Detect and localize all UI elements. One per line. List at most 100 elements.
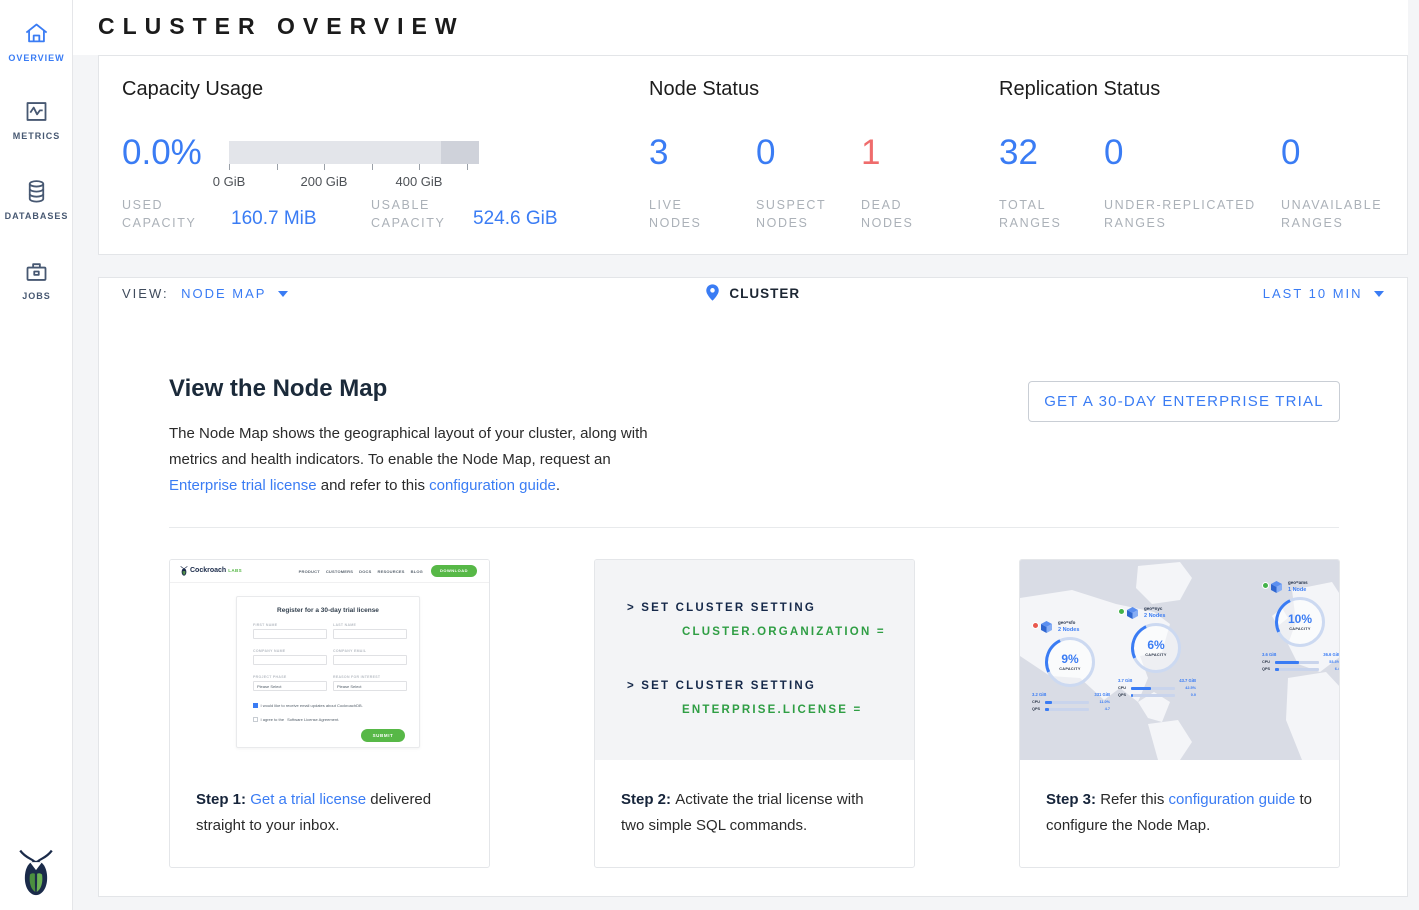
gauge-tick-label: 200 GiB	[301, 174, 348, 189]
node-cube-icon	[1270, 580, 1283, 598]
step-3-caption: Step 3: Refer this configuration guide t…	[1020, 760, 1339, 839]
metrics-icon	[0, 98, 73, 125]
dead-nodes-value: 1	[861, 134, 880, 172]
sidebar-item-label: JOBS	[0, 291, 73, 301]
mini-site-submit-button: SUBMIT	[361, 729, 405, 742]
chevron-down-icon	[1374, 291, 1384, 297]
capacity-gauge-dark-segment	[441, 141, 479, 164]
capacity-percent: 0.0%	[122, 134, 202, 172]
cluster-summary-panel: Capacity Usage 0.0% 0 GiB 200 GiB 400 Gi…	[98, 55, 1408, 255]
sidebar-item-metrics[interactable]: METRICS	[0, 98, 73, 141]
mini-site-input	[253, 629, 327, 639]
qps-value: 6.4	[1335, 667, 1339, 671]
description-text: .	[556, 477, 560, 494]
step-3-label: Step 3:	[1046, 791, 1100, 808]
map-pin-icon	[706, 285, 723, 302]
used-capacity: 3.2 GiB	[1032, 692, 1046, 697]
usable-capacity-label: USABLE CAPACITY	[371, 196, 471, 232]
description-line: metrics and health indicators. To enable…	[169, 447, 648, 473]
sidebar-item-jobs[interactable]: JOBS	[0, 258, 73, 301]
enterprise-trial-button[interactable]: GET A 30-DAY ENTERPRISE TRIAL	[1028, 381, 1340, 422]
mini-site-field-label: COMPANY EMAIL	[333, 649, 407, 653]
briefcase-icon	[0, 258, 73, 285]
live-nodes-label: LIVE NODES	[649, 196, 721, 232]
mini-site-checkbox-label: I would like to receive email updates ab…	[261, 703, 363, 708]
step-2-label: Step 2:	[621, 791, 675, 808]
suspect-nodes-value: 0	[756, 134, 775, 172]
qps-value: 0.0	[1191, 693, 1196, 697]
cpu-bar	[1275, 661, 1319, 664]
enterprise-trial-license-link[interactable]: Enterprise trial license	[169, 477, 317, 494]
cpu-value: 11.0%	[1099, 700, 1110, 704]
used-capacity: 3.6 GiB	[1262, 652, 1276, 657]
used-capacity-value: 160.7 MiB	[231, 208, 317, 230]
qps-label: QPS	[1262, 667, 1270, 671]
mini-site-nav-item: CUSTOMERS	[326, 569, 353, 574]
locality-name: geo=ams	[1288, 580, 1308, 585]
capacity-label: CAPACITY	[1278, 627, 1322, 631]
capacity-donut: 10% CAPACITY	[1275, 597, 1325, 647]
gauge-tick	[419, 164, 420, 170]
usable-capacity: 36.6 GiB	[1323, 652, 1339, 657]
mini-site-input	[253, 655, 327, 665]
gauge-tick	[324, 164, 325, 170]
cpu-label: CPU	[1032, 700, 1040, 704]
code-line: > SET CLUSTER SETTING	[627, 680, 816, 692]
node-map-section: View the Node Map The Node Map shows the…	[98, 309, 1408, 897]
bottom-strip	[73, 897, 1419, 910]
cluster-overview-page: OVERVIEW METRICS DATABASES JOBS	[0, 0, 1419, 910]
step-1-caption: Step 1: Get a trial license delivered st…	[170, 760, 489, 839]
configuration-guide-link[interactable]: configuration guide	[1169, 791, 1296, 808]
sidebar-item-overview[interactable]: OVERVIEW	[0, 20, 73, 63]
locality-name: geo=nyc	[1144, 606, 1162, 611]
mini-site-header: Cockroach LABS PRODUCT CUSTOMERS DOCS RE…	[170, 560, 489, 583]
cpu-label: CPU	[1118, 686, 1126, 690]
mini-site-field-label: REASON FOR INTEREST	[333, 675, 407, 679]
mini-site-checkbox-row: I agree to the Software License Agreemen…	[253, 717, 339, 722]
capacity-gauge	[229, 141, 479, 164]
cpu-value: 42.5%	[1185, 686, 1196, 690]
cockroach-labs-logo-icon	[15, 845, 57, 897]
node-map-heading: View the Node Map	[169, 375, 387, 403]
under-replicated-ranges-value: 0	[1104, 134, 1123, 172]
replication-status-title: Replication Status	[999, 78, 1160, 101]
sql-commands-snippet: > SET CLUSTER SETTING CLUSTER.ORGANIZATI…	[595, 560, 914, 760]
node-cube-icon	[1040, 620, 1053, 638]
sidebar-item-databases[interactable]: DATABASES	[0, 178, 73, 221]
database-icon	[0, 178, 73, 205]
time-range-selector[interactable]: LAST 10 MIN	[1263, 278, 1384, 309]
mini-site-license-link: Software License Agreement.	[287, 717, 339, 722]
mini-site-nav-item: PRODUCT	[299, 569, 320, 574]
qps-bar	[1275, 668, 1319, 671]
home-icon	[0, 20, 73, 47]
usable-capacity-value: 524.6 GiB	[473, 208, 558, 230]
total-ranges-value: 32	[999, 134, 1038, 172]
description-line: The Node Map shows the geographical layo…	[169, 421, 648, 447]
mini-site-select: Please Select	[253, 681, 327, 691]
locality-name: geo=sfo	[1058, 620, 1075, 625]
live-nodes-value: 3	[649, 134, 668, 172]
cpu-value: 53.3%	[1329, 660, 1339, 664]
mini-site-download-button: DOWNLOAD	[431, 565, 477, 577]
gauge-tick	[467, 164, 468, 170]
mini-site-checkbox-label: I agree to the	[261, 717, 285, 722]
get-trial-license-link[interactable]: Get a trial license	[250, 791, 366, 808]
qps-label: QPS	[1118, 693, 1126, 697]
total-ranges-label: TOTAL RANGES	[999, 196, 1081, 232]
capacity-percent: 6%	[1134, 638, 1178, 652]
mini-site-logo: Cockroach LABS	[180, 565, 242, 576]
used-capacity-label: USED CAPACITY	[122, 196, 214, 232]
view-bar: VIEW: NODE MAP CLUSTER LAST 10 MIN	[98, 277, 1408, 310]
suspect-nodes-label: SUSPECT NODES	[756, 196, 838, 232]
step-3-text: Refer this	[1100, 791, 1168, 808]
mini-site-field-label: COMPANY NAME	[253, 649, 327, 653]
gauge-tick-label: 400 GiB	[396, 174, 443, 189]
cluster-breadcrumb: CLUSTER	[99, 278, 1407, 309]
qps-bar	[1045, 708, 1089, 711]
time-range-value: LAST 10 MIN	[1263, 286, 1363, 301]
description-text: and refer to this	[317, 477, 430, 494]
configuration-guide-link[interactable]: configuration guide	[429, 477, 556, 494]
code-line: ENTERPRISE.LICENSE =	[682, 704, 862, 716]
mini-site-select: Please Select	[333, 681, 407, 691]
cpu-label: CPU	[1262, 660, 1270, 664]
